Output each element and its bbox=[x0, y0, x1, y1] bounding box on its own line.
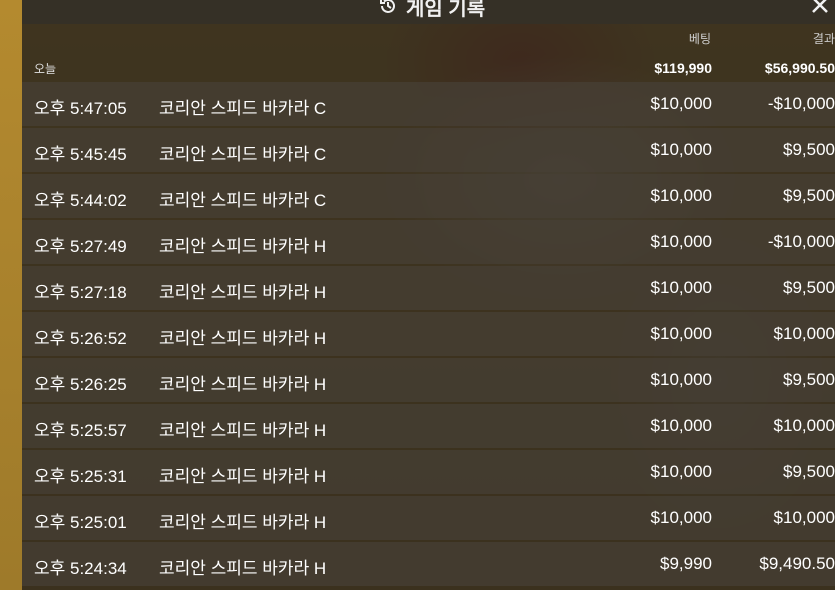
row-time: 오후 5:27:49 bbox=[34, 237, 127, 256]
history-row[interactable]: 오후 5:27:49 코리안 스피드 바카라 H $10,000 -$10,00… bbox=[22, 220, 835, 264]
history-row[interactable]: 오후 5:26:52 코리안 스피드 바카라 H $10,000 $10,000 bbox=[22, 312, 835, 356]
history-row[interactable]: 오후 5:26:25 코리안 스피드 바카라 H $10,000 $9,500 bbox=[22, 358, 835, 402]
row-result: $9,500 bbox=[783, 462, 835, 481]
row-time: 오후 5:26:25 bbox=[34, 375, 127, 394]
background-left-strip bbox=[0, 0, 22, 590]
row-bet: $10,000 bbox=[650, 324, 712, 343]
panel-header: 게임 기록 bbox=[22, 0, 835, 24]
row-result: $10,000 bbox=[773, 416, 835, 435]
row-time: 오후 5:27:18 bbox=[34, 283, 127, 302]
row-result: -$10,000 bbox=[767, 232, 835, 251]
row-time: 오후 5:25:57 bbox=[34, 421, 127, 440]
row-bet: $10,000 bbox=[650, 508, 712, 527]
history-row[interactable]: 오후 5:25:01 코리안 스피드 바카라 H $10,000 $10,000 bbox=[22, 496, 835, 540]
row-bet: $10,000 bbox=[650, 140, 712, 159]
row-game: 코리안 스피드 바카라 C bbox=[159, 99, 327, 118]
history-row[interactable]: 오후 5:44:02 코리안 스피드 바카라 C $10,000 $9,500 bbox=[22, 174, 835, 218]
summary-total-bet: $119,990 bbox=[654, 60, 712, 76]
row-bet: $10,000 bbox=[650, 370, 712, 389]
close-icon[interactable] bbox=[809, 0, 831, 16]
history-row[interactable]: 오후 5:25:31 코리안 스피드 바카라 H $10,000 $9,500 bbox=[22, 450, 835, 494]
row-game: 코리안 스피드 바카라 C bbox=[159, 145, 327, 164]
row-game: 코리안 스피드 바카라 H bbox=[159, 375, 327, 394]
row-game: 코리안 스피드 바카라 H bbox=[159, 329, 327, 348]
row-game: 코리안 스피드 바카라 C bbox=[159, 191, 327, 210]
row-result: $9,500 bbox=[783, 278, 835, 297]
history-row[interactable]: 오후 5:24:34 코리안 스피드 바카라 H $9,990 $9,490.5… bbox=[22, 542, 835, 586]
row-bet: $10,000 bbox=[650, 186, 712, 205]
row-result: $9,490.50 bbox=[759, 554, 835, 573]
game-history-panel: 게임 기록 베팅 결과 오늘 $119,990 $56,990.50 오후 5:… bbox=[22, 0, 835, 590]
history-row[interactable]: 오후 5:45:45 코리안 스피드 바카라 C $10,000 $9,500 bbox=[22, 128, 835, 172]
history-row[interactable]: 오후 5:25:57 코리안 스피드 바카라 H $10,000 $10,000 bbox=[22, 404, 835, 448]
row-game: 코리안 스피드 바카라 H bbox=[159, 559, 327, 578]
row-result: $10,000 bbox=[773, 324, 835, 343]
row-game: 코리안 스피드 바카라 H bbox=[159, 283, 327, 302]
row-time: 오후 5:47:05 bbox=[34, 99, 127, 118]
row-time: 오후 5:26:52 bbox=[34, 329, 127, 348]
row-bet: $10,000 bbox=[650, 94, 712, 113]
row-result: $10,000 bbox=[773, 508, 835, 527]
row-game: 코리안 스피드 바카라 H bbox=[159, 237, 327, 256]
summary-label: 오늘 bbox=[34, 62, 57, 76]
row-time: 오후 5:25:01 bbox=[34, 513, 127, 532]
row-bet: $10,000 bbox=[650, 416, 712, 435]
row-time: 오후 5:44:02 bbox=[34, 191, 127, 210]
history-row[interactable]: 오후 5:27:18 코리안 스피드 바카라 H $10,000 $9,500 bbox=[22, 266, 835, 310]
row-bet: $10,000 bbox=[650, 462, 712, 481]
history-list: 오후 5:47:05 코리안 스피드 바카라 C $10,000 -$10,00… bbox=[22, 82, 835, 588]
row-result: -$10,000 bbox=[767, 94, 835, 113]
summary-row: 오늘 $119,990 $56,990.50 bbox=[22, 58, 835, 82]
panel-title: 게임 기록 bbox=[378, 0, 485, 20]
row-result: $9,500 bbox=[783, 370, 835, 389]
summary-total-result: $56,990.50 bbox=[764, 60, 835, 76]
row-time: 오후 5:45:45 bbox=[34, 145, 127, 164]
row-time: 오후 5:24:34 bbox=[34, 559, 127, 578]
panel-title-text: 게임 기록 bbox=[406, 0, 486, 20]
row-game: 코리안 스피드 바카라 H bbox=[159, 421, 327, 440]
history-row[interactable]: 오후 5:47:05 코리안 스피드 바카라 C $10,000 -$10,00… bbox=[22, 82, 835, 126]
row-game: 코리안 스피드 바카라 H bbox=[159, 513, 327, 532]
column-header-bet: 베팅 bbox=[688, 32, 711, 46]
row-bet: $10,000 bbox=[650, 232, 712, 251]
column-header-result: 결과 bbox=[812, 32, 835, 46]
row-bet: $10,000 bbox=[650, 278, 712, 297]
history-icon bbox=[378, 0, 398, 16]
row-game: 코리안 스피드 바카라 H bbox=[159, 467, 327, 486]
row-bet: $9,990 bbox=[660, 554, 712, 573]
row-time: 오후 5:25:31 bbox=[34, 467, 127, 486]
row-result: $9,500 bbox=[783, 140, 835, 159]
row-result: $9,500 bbox=[783, 186, 835, 205]
